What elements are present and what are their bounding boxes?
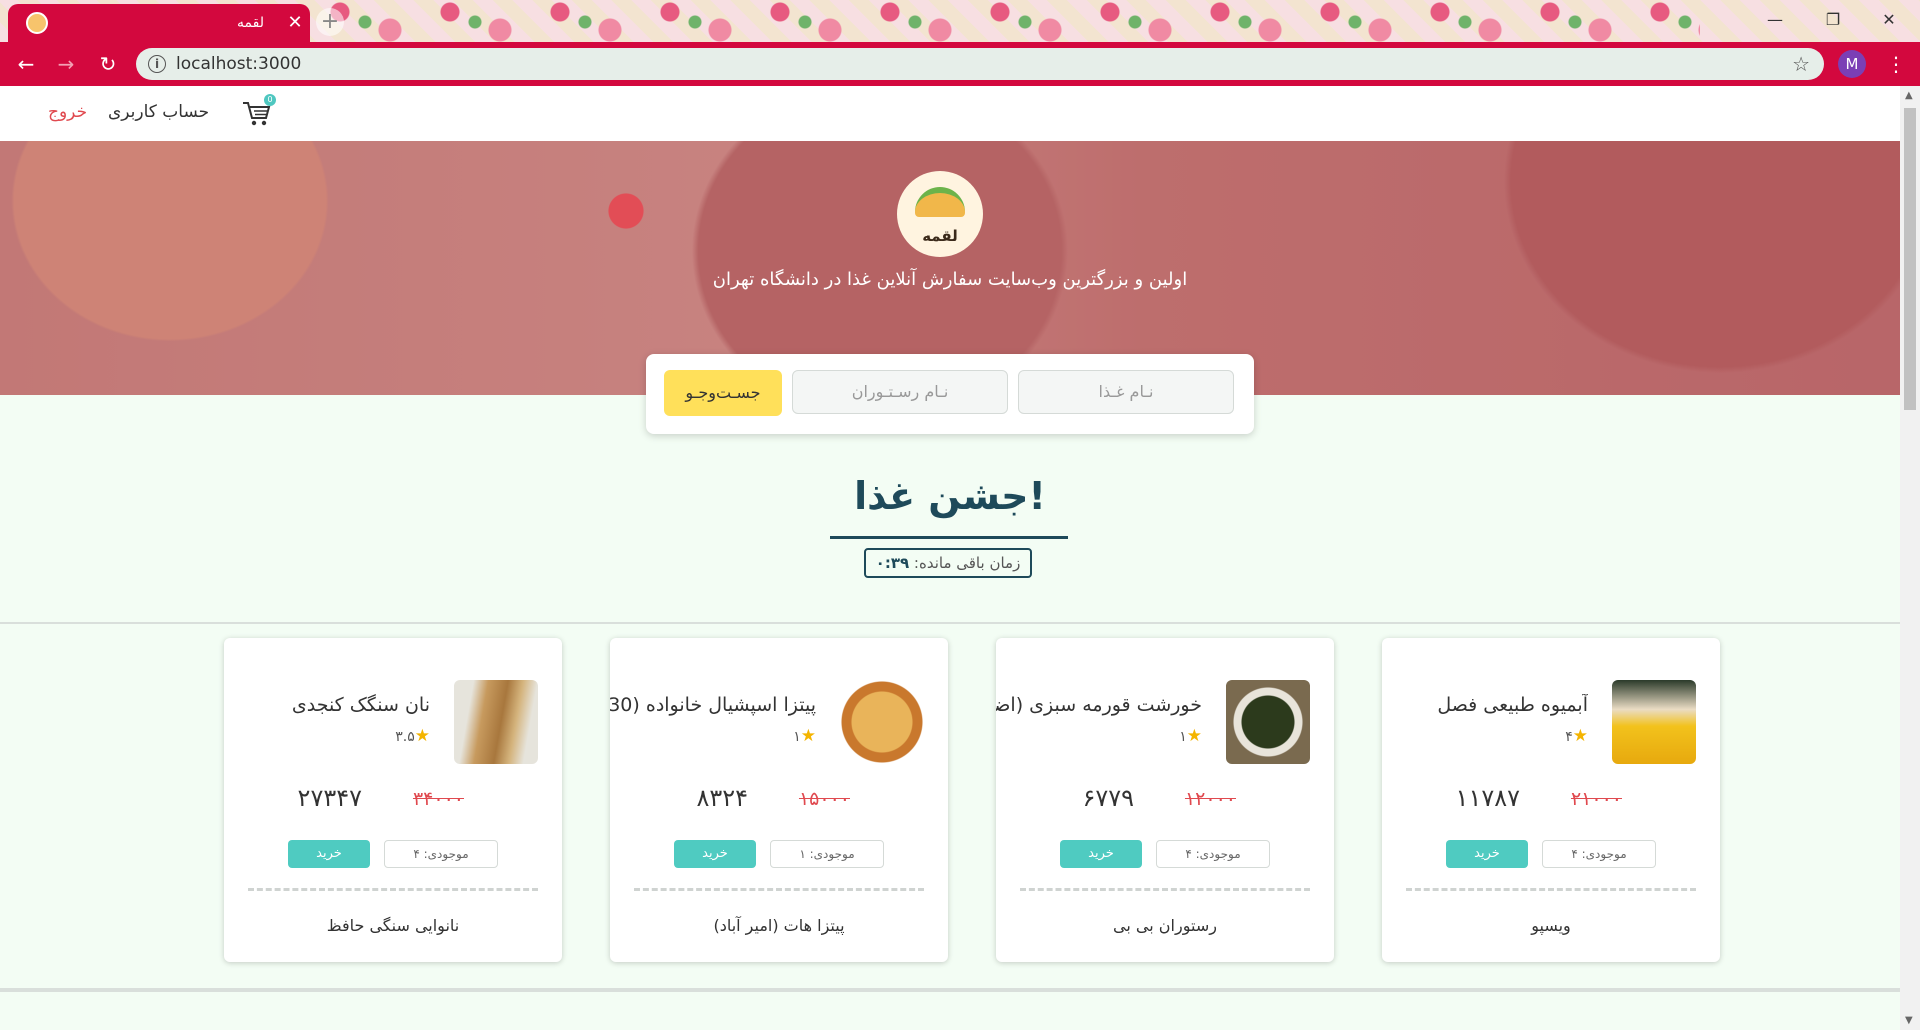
site-navbar: 0 حساب کاربری خروج	[0, 86, 1900, 141]
sangak-bread-icon[interactable]	[454, 680, 538, 764]
old-price: ۳۴۰۰۰	[412, 788, 464, 810]
profile-avatar[interactable]: M	[1838, 50, 1866, 78]
page-viewport: 0 حساب کاربری خروج لقمه اولین و بزرگترین…	[0, 86, 1900, 1030]
rating-value: ۱	[1179, 729, 1187, 745]
star-icon: ★	[1572, 726, 1588, 746]
food-rating: ★۳.۵	[395, 726, 430, 746]
rating-value: ۳.۵	[395, 729, 415, 745]
restaurant-name[interactable]: پیتزا هات (امیر آباد)	[610, 916, 948, 935]
stew-bowl-icon[interactable]	[1226, 680, 1310, 764]
site-logo: لقمه	[897, 171, 983, 257]
timer-value: ۰:۳۹	[875, 554, 910, 572]
stock-badge: موجودی: ۴	[1542, 840, 1656, 868]
cart-count-badge: 0	[264, 94, 276, 106]
rating-value: ۱	[793, 729, 801, 745]
buy-button[interactable]: خرید	[674, 840, 756, 868]
food-name-input[interactable]: نـام غـذا	[1018, 370, 1234, 414]
food-card: آبمیوه طبیعی فصل ★۴ ۲۱۰۰۰ ۱۱۷۸۷ موجودی: …	[1382, 638, 1720, 962]
buy-button[interactable]: خرید	[1446, 840, 1528, 868]
food-card: خورشت قورمه سبزی (اضافه ★۱ ۱۲۰۰۰ ۶۷۷۹ مو…	[996, 638, 1334, 962]
dashed-divider	[248, 888, 538, 891]
theme-background	[320, 0, 1700, 42]
back-icon[interactable]: ←	[12, 50, 40, 78]
reload-icon[interactable]: ↻	[94, 50, 122, 78]
stock-badge: موجودی: ۴	[1156, 840, 1270, 868]
address-bar[interactable]: i localhost:3000 ☆	[136, 48, 1824, 80]
stock-badge: موجودی: ۴	[384, 840, 498, 868]
festival-title: جشن غذا!	[854, 474, 1046, 518]
browser-toolbar: ← → ↻ i localhost:3000 ☆ M ⋮	[0, 42, 1920, 86]
timer-label: زمان باقی مانده:	[913, 554, 1021, 572]
page-scrollbar[interactable]: ▲ ▼	[1900, 86, 1920, 1030]
old-price: ۱۵۰۰۰	[798, 788, 850, 810]
food-rating: ★۱	[793, 726, 816, 746]
address-url[interactable]: localhost:3000	[176, 54, 301, 74]
food-rating: ★۴	[1565, 726, 1588, 746]
scroll-up-icon[interactable]: ▲	[1905, 90, 1913, 101]
food-name[interactable]: خورشت قورمه سبزی (اضافه	[996, 694, 1202, 716]
window-close-button[interactable]: ✕	[1866, 6, 1912, 34]
tab-favicon-icon	[26, 12, 48, 34]
scrollbar-thumb[interactable]	[1904, 108, 1916, 410]
buy-button[interactable]: خرید	[288, 840, 370, 868]
countdown-timer: زمان باقی مانده: ۰:۳۹	[864, 548, 1032, 578]
star-icon: ★	[800, 726, 816, 746]
restaurant-name[interactable]: رستوران بی بی	[996, 916, 1334, 935]
food-name[interactable]: پیتزا اسپشیال خانواده (30	[610, 694, 816, 716]
food-card: نان سنگک کنجدی ★۳.۵ ۳۴۰۰۰ ۲۷۳۴۷ موجودی: …	[224, 638, 562, 962]
account-link[interactable]: حساب کاربری	[108, 102, 209, 122]
hero-tagline: اولین و بزرگترین وب‌سایت سفارش آنلاین غذ…	[712, 269, 1188, 290]
search-panel: نـام غـذا نـام رسـتـوران جسـت‌وجـو	[646, 354, 1254, 434]
tab-close-icon[interactable]: ✕	[284, 12, 306, 33]
dashed-divider	[634, 888, 924, 891]
new-price: ۲۷۳۴۷	[297, 784, 362, 812]
buy-button[interactable]: خرید	[1060, 840, 1142, 868]
restore-button[interactable]: ❐	[1810, 6, 1856, 34]
restaurant-name[interactable]: نانوایی سنگی حافظ	[224, 916, 562, 935]
browser-tab[interactable]: لقمه ✕	[8, 4, 310, 42]
section-divider	[0, 622, 1900, 624]
section-divider	[0, 988, 1900, 992]
cart-button[interactable]: 0	[242, 94, 276, 128]
old-price: ۲۱۰۰۰	[1570, 788, 1622, 810]
pizza-icon[interactable]	[840, 680, 924, 764]
search-button[interactable]: جسـت‌وجـو	[664, 370, 782, 416]
stock-badge: موجودی: ۱	[770, 840, 884, 868]
rating-value: ۴	[1565, 729, 1573, 745]
forward-icon[interactable]: →	[52, 50, 80, 78]
food-name[interactable]: آبمیوه طبیعی فصل	[1437, 694, 1588, 716]
new-price: ۶۷۷۹	[1082, 784, 1134, 812]
bookmark-star-icon[interactable]: ☆	[1792, 52, 1810, 76]
dashed-divider	[1020, 888, 1310, 891]
new-tab-button[interactable]: +	[316, 8, 344, 36]
tab-title: لقمه	[237, 15, 264, 31]
food-name[interactable]: نان سنگک کنجدی	[292, 694, 430, 716]
logo-text: لقمه	[922, 227, 958, 245]
old-price: ۱۲۰۰۰	[1184, 788, 1236, 810]
star-icon: ★	[1186, 726, 1202, 746]
title-underline	[830, 536, 1068, 539]
star-icon: ★	[414, 726, 430, 746]
juice-bottle-icon[interactable]	[1612, 680, 1696, 764]
site-info-icon[interactable]: i	[148, 55, 166, 73]
food-rating: ★۱	[1179, 726, 1202, 746]
restaurant-name[interactable]: ویسپو	[1382, 916, 1720, 935]
restaurant-name-input[interactable]: نـام رسـتـوران	[792, 370, 1008, 414]
new-price: ۱۱۷۸۷	[1455, 784, 1520, 812]
dashed-divider	[1406, 888, 1696, 891]
taco-icon	[915, 187, 965, 217]
food-card: پیتزا اسپشیال خانواده (30 ★۱ ۱۵۰۰۰ ۸۳۲۴ …	[610, 638, 948, 962]
browser-titlebar: لقمه ✕ + — ❐ ✕	[0, 0, 1920, 42]
browser-menu-icon[interactable]: ⋮	[1886, 50, 1906, 78]
logout-link[interactable]: خروج	[48, 102, 87, 122]
minimize-button[interactable]: —	[1752, 6, 1798, 34]
scroll-down-icon[interactable]: ▼	[1905, 1015, 1913, 1026]
new-price: ۸۳۲۴	[696, 784, 748, 812]
